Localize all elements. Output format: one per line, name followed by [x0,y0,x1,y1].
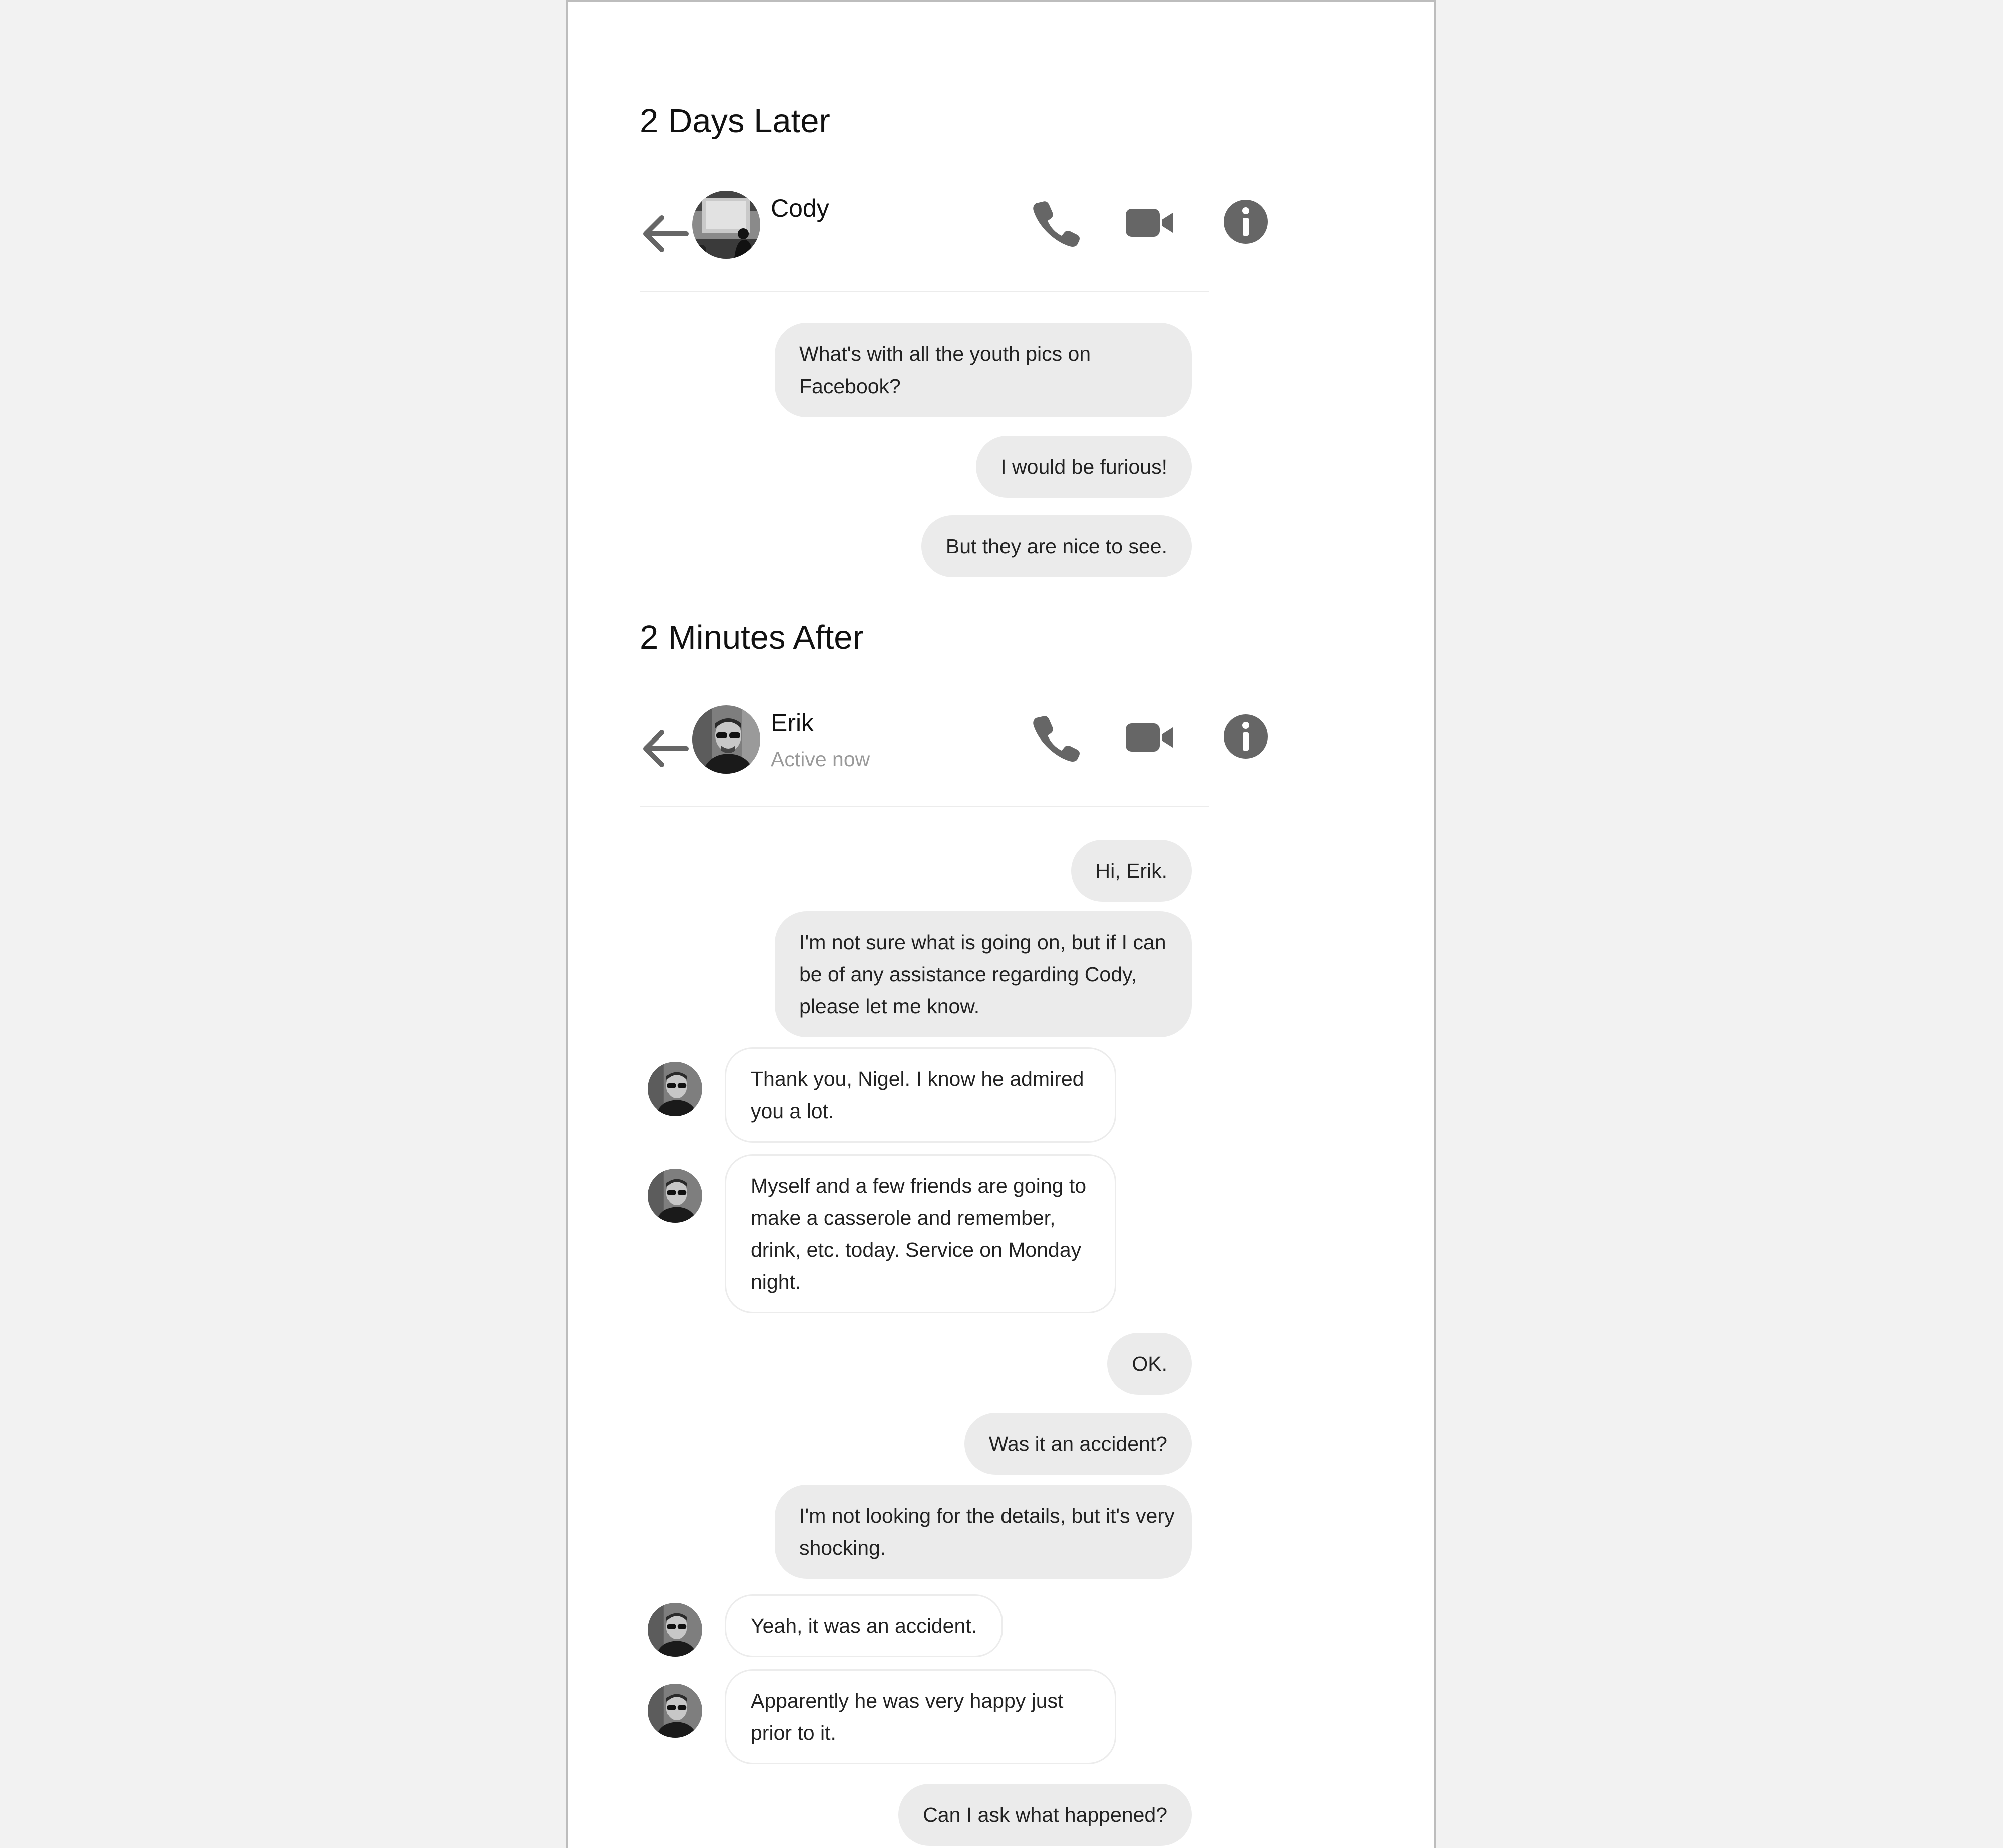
section-title: 2 Minutes After [640,619,864,656]
message-line: shocking. [799,1536,886,1559]
message-bubble-outgoing: I'm not looking for the details, but it'… [775,1485,1192,1579]
message-line: Apparently he was very happy just [751,1689,1064,1712]
message-bubble-incoming: Yeah, it was an accident. [725,1594,1004,1657]
contact-name: Cody [771,194,829,222]
message-bubble-outgoing: I'm not sure what is going on, but if I … [775,911,1192,1037]
message-line: I'm not looking for the details, but it'… [799,1504,1175,1527]
message-bubble-incoming: Apparently he was very happy just prior … [725,1669,1116,1764]
message-line: Thank you, Nigel. I know he admired [751,1067,1084,1090]
message-bubble-outgoing: What's with all the youth pics on Facebo… [775,323,1192,417]
phone-icon[interactable] [1031,712,1081,763]
avatar[interactable] [648,1169,702,1223]
message-bubble-outgoing: I would be furious! [976,436,1192,498]
message-line: I would be furious! [1000,455,1167,478]
message-line: OK. [1132,1352,1167,1375]
message-bubble-outgoing: Can I ask what happened? [898,1784,1192,1846]
video-camera-icon[interactable] [1125,712,1175,763]
message-line: night. [751,1270,801,1293]
message-line: But they are nice to see. [945,535,1167,558]
message-line: Hi, Erik. [1095,859,1168,882]
message-line: be of any assistance regarding Cody, [799,963,1137,986]
message-line: Myself and a few friends are going to [751,1174,1087,1197]
avatar[interactable] [692,705,760,774]
message-bubble-outgoing: OK. [1107,1333,1192,1395]
phone-icon[interactable] [1031,198,1081,248]
avatar[interactable] [648,1062,702,1116]
message-bubble-incoming: Thank you, Nigel. I know he admired you … [725,1047,1116,1143]
message-bubble-outgoing: Was it an accident? [964,1413,1192,1475]
message-bubble-incoming: Myself and a few friends are going to ma… [725,1154,1116,1313]
message-line: please let me know. [799,995,980,1018]
avatar[interactable] [648,1603,702,1657]
message-bubble-outgoing: Hi, Erik. [1071,840,1192,902]
message-line: prior to it. [751,1721,836,1744]
info-icon[interactable] [1221,197,1271,247]
message-line: Yeah, it was an accident. [751,1614,977,1637]
message-line: drink, etc. today. Service on Monday [751,1238,1082,1261]
conversation-page: 2 Days Later Cody What's with all the yo… [566,0,1436,1848]
message-bubble-outgoing: But they are nice to see. [921,515,1192,577]
back-arrow-icon[interactable] [640,209,690,259]
section-title: 2 Days Later [640,102,830,140]
chat-header: Erik Active now [640,705,1268,807]
back-arrow-icon[interactable] [640,723,690,774]
avatar[interactable] [648,1684,702,1738]
contact-status: Active now [771,748,870,771]
message-line: Facebook? [799,375,901,398]
info-icon[interactable] [1221,711,1271,762]
message-line: What's with all the youth pics on [799,342,1091,365]
avatar[interactable] [692,191,760,259]
message-line: make a casserole and remember, [751,1206,1056,1229]
message-line: Can I ask what happened? [923,1803,1167,1826]
message-line: you a lot. [751,1099,834,1123]
video-camera-icon[interactable] [1125,198,1175,248]
contact-name: Erik [771,709,814,737]
message-line: Was it an accident? [988,1432,1167,1455]
chat-header: Cody [640,191,1268,292]
message-line: I'm not sure what is going on, but if I … [799,931,1166,954]
